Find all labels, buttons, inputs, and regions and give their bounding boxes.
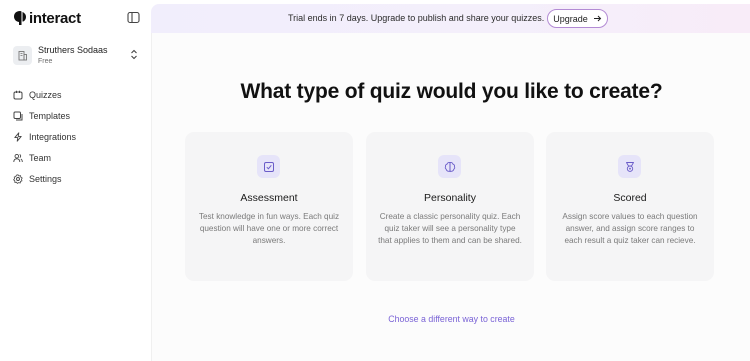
quiz-type-card-scored[interactable]: Scored Assign score values to each quest… xyxy=(546,132,714,281)
sidebar-item-settings[interactable]: Settings xyxy=(13,168,141,189)
card-title: Personality xyxy=(424,192,476,204)
main-area: Trial ends in 7 days. Upgrade to publish… xyxy=(151,0,750,361)
logo[interactable]: interact xyxy=(13,9,81,27)
team-icon xyxy=(13,153,23,162)
card-description: Create a classic personality quiz. Each … xyxy=(378,212,522,245)
org-plan: Free xyxy=(38,57,53,65)
templates-icon xyxy=(13,111,23,120)
quiz-type-card-personality[interactable]: Personality Create a classic personality… xyxy=(366,132,534,281)
card-title: Assessment xyxy=(240,192,298,204)
sidebar-collapse-icon[interactable] xyxy=(127,11,140,24)
trial-banner: Trial ends in 7 days. Upgrade to publish… xyxy=(151,4,750,33)
interact-logo-icon xyxy=(14,11,26,25)
page-title: What type of quiz would you like to crea… xyxy=(240,80,663,103)
card-description: Assign score values to each question ans… xyxy=(562,212,698,245)
quiz-icon xyxy=(13,90,23,99)
upgrade-button-label: Upgrade xyxy=(553,13,588,24)
content-panel: What type of quiz would you like to crea… xyxy=(151,33,750,361)
sidebar-item-label: Integrations xyxy=(29,131,77,142)
checkbox-icon xyxy=(257,155,280,178)
sidebar-item-label: Team xyxy=(29,152,52,163)
logo-text: interact xyxy=(29,9,81,27)
app-window: interact Struthers Sodaas Free Quizzes T… xyxy=(0,0,750,361)
choose-different-way-link[interactable]: Choose a different way to create xyxy=(152,314,750,324)
gear-icon xyxy=(13,173,23,184)
sidebar: interact Struthers Sodaas Free Quizzes T… xyxy=(0,0,151,361)
quiz-type-card-assessment[interactable]: Assessment Test knowledge in fun ways. E… xyxy=(185,132,353,281)
upgrade-button[interactable]: Upgrade xyxy=(547,9,608,28)
chevron-up-down-icon[interactable] xyxy=(129,48,139,61)
brain-icon xyxy=(438,155,461,178)
arrow-right-icon xyxy=(593,15,601,22)
sidebar-item-label: Templates xyxy=(29,110,71,121)
lightning-icon xyxy=(14,131,22,142)
sidebar-item-label: Settings xyxy=(29,173,62,184)
sidebar-item-integrations[interactable]: Integrations xyxy=(13,126,141,147)
card-title: Scored xyxy=(613,192,647,204)
card-description: Test knowledge in fun ways. Each quiz qu… xyxy=(198,212,340,245)
medal-icon xyxy=(618,155,641,178)
trial-banner-text: Trial ends in 7 days. Upgrade to publish… xyxy=(288,13,545,23)
sidebar-item-label: Quizzes xyxy=(29,89,62,100)
sidebar-item-templates[interactable]: Templates xyxy=(13,105,141,126)
sidebar-item-quizzes[interactable]: Quizzes xyxy=(13,84,141,105)
org-building-icon xyxy=(13,45,32,65)
sidebar-item-team[interactable]: Team xyxy=(13,147,141,168)
sidebar-nav: Quizzes Templates Integrations Team Sett… xyxy=(13,84,141,189)
org-switcher[interactable]: Struthers Sodaas Free xyxy=(13,43,141,67)
org-name: Struthers Sodaas xyxy=(38,44,108,55)
